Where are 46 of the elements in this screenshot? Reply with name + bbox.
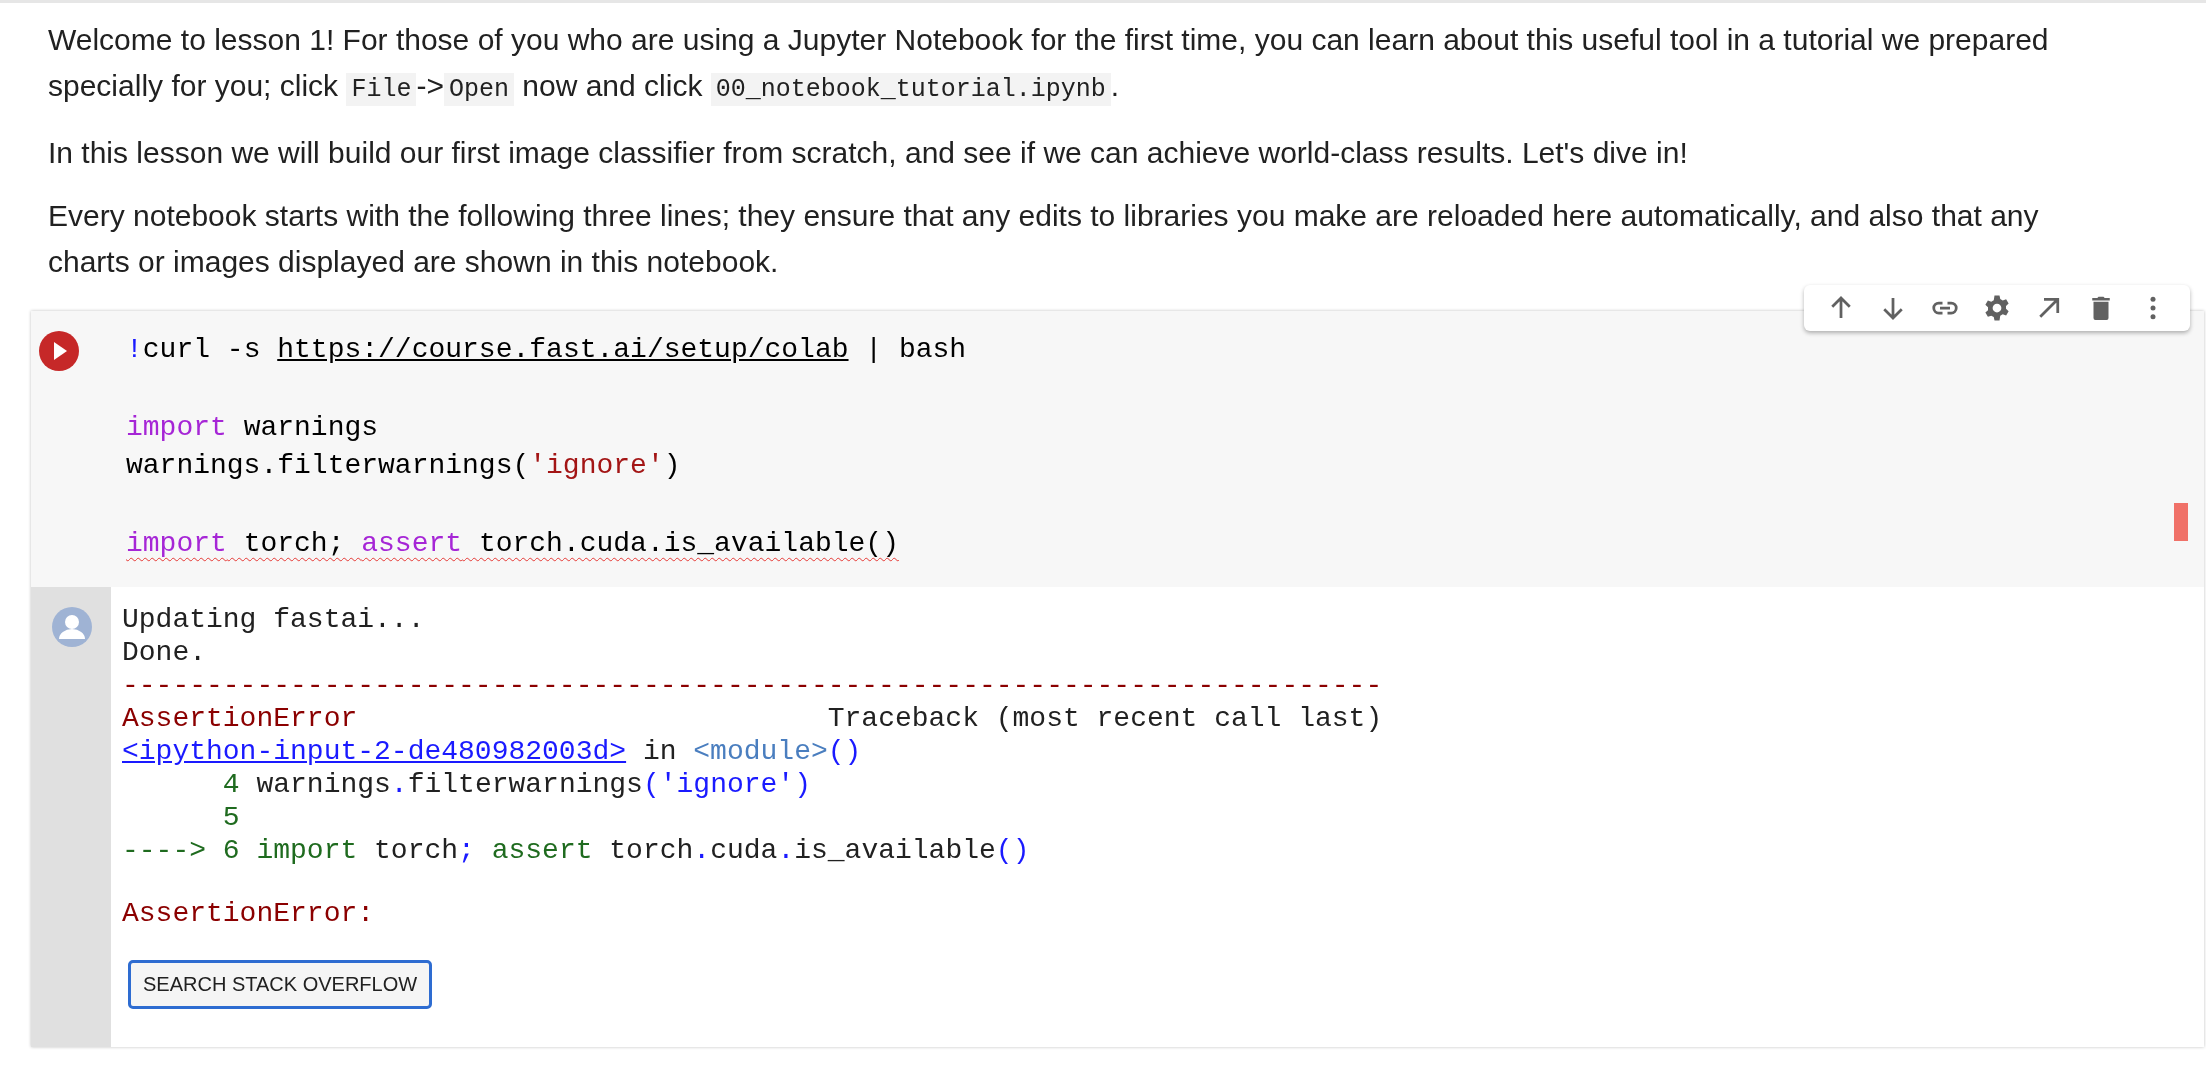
run-button[interactable] bbox=[39, 331, 79, 371]
code-text: | bash bbox=[864, 334, 967, 365]
output-text: cuda bbox=[710, 835, 778, 866]
output-text: torch bbox=[373, 835, 459, 866]
traceback-code: 5 bbox=[221, 802, 240, 833]
punctuation-text: . bbox=[693, 835, 711, 866]
output-text: torch bbox=[608, 835, 694, 866]
traceback-code: assert bbox=[490, 835, 593, 866]
error-marker bbox=[2174, 503, 2188, 541]
code-text: torch.cuda.is_available() bbox=[477, 528, 899, 559]
search-stack-overflow-button[interactable]: SEARCH STACK OVERFLOW bbox=[128, 960, 433, 1009]
error-text: AssertionError bbox=[122, 703, 358, 734]
settings-icon[interactable] bbox=[1982, 293, 2012, 323]
code-text: warnings bbox=[242, 412, 379, 443]
shell-bang: ! bbox=[126, 334, 143, 365]
error-text: AssertionError: bbox=[122, 898, 375, 929]
punctuation-text: . bbox=[777, 835, 795, 866]
punctuation-text: () bbox=[995, 835, 1030, 866]
module-text: <module> bbox=[693, 736, 828, 767]
punctuation-text: ('ignore') bbox=[642, 769, 811, 800]
code-text: warnings.filterwarnings( bbox=[126, 450, 530, 481]
code-text: curl -s bbox=[142, 334, 262, 365]
string-literal: 'ignore' bbox=[529, 450, 664, 481]
avatar-icon bbox=[52, 607, 92, 647]
output-text: in bbox=[641, 736, 678, 767]
output-text: Done. bbox=[122, 637, 206, 668]
code-keyword: assert bbox=[361, 528, 463, 559]
output-text: Updating fastai... bbox=[122, 604, 425, 635]
output-text: filterwarnings bbox=[407, 769, 643, 800]
code-text: ) bbox=[663, 450, 681, 481]
traceback-code: ----> 6 import bbox=[122, 835, 358, 866]
punctuation-text: () bbox=[827, 736, 862, 767]
punctuation-text: . bbox=[390, 769, 408, 800]
output-text: warnings bbox=[255, 769, 391, 800]
code-text: torch; bbox=[242, 528, 346, 559]
traceback-link[interactable]: <ipython-input-2-de480982003d> bbox=[122, 736, 627, 767]
traceback-code: 4 bbox=[221, 769, 240, 800]
error-text: --------------------------------------------------------------------------- bbox=[122, 670, 1383, 701]
output-text: Traceback (most recent call last) bbox=[826, 703, 1383, 734]
code-keyword: import bbox=[126, 412, 227, 443]
paragraph: In this lesson we will build our first image classifier from scratch, and see if we can achieve world-class results. Let's dive in! bbox=[48, 135, 1689, 171]
url-link[interactable]: https://course.fast.ai/setup/colab bbox=[277, 334, 849, 365]
paragraph: Every notebook starts with the following three lines; they ensure that any edits to libraries you make are reloaded here automatically, and also that any charts or images displayed are shown in this notebook. bbox=[48, 198, 2040, 280]
output-text: is_available bbox=[794, 835, 996, 866]
code-keyword: import bbox=[126, 528, 227, 559]
punctuation-text: ; bbox=[458, 835, 475, 866]
